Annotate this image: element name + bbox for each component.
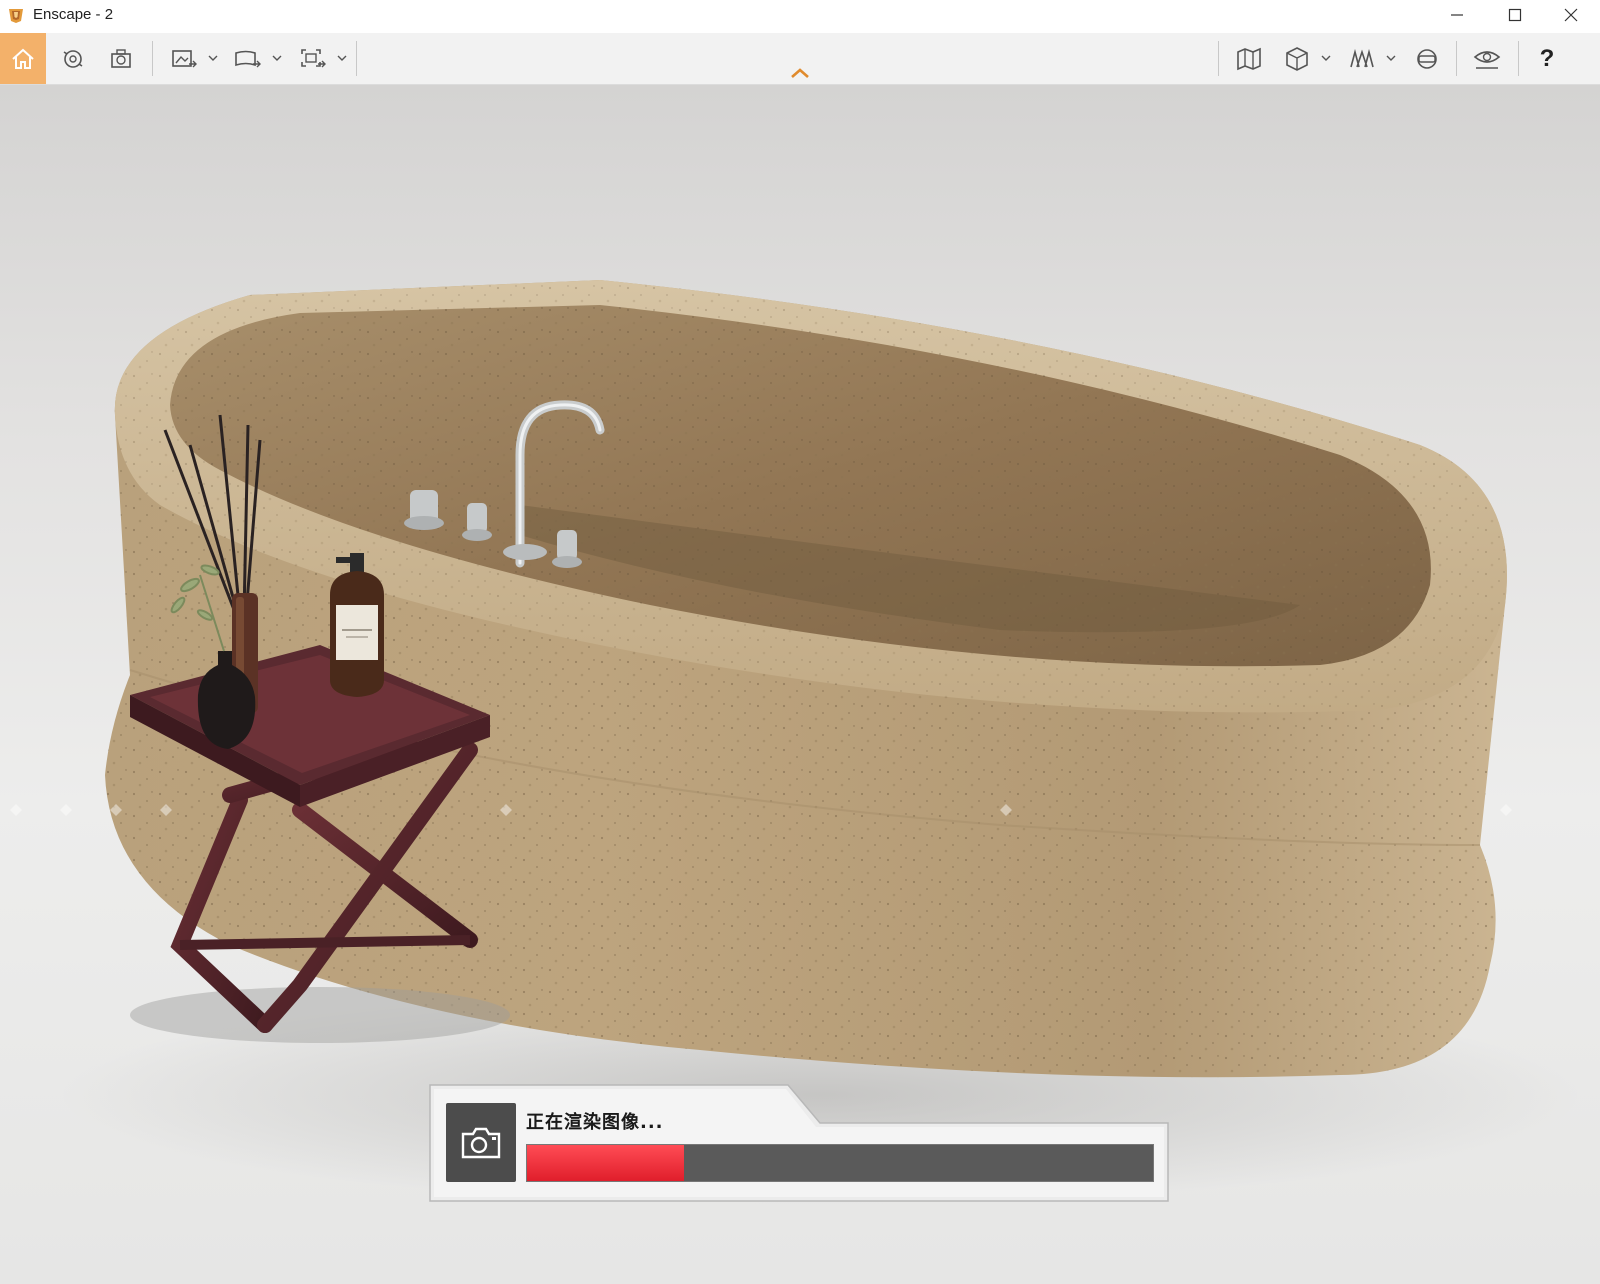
map-icon <box>1237 47 1261 70</box>
chevron-down-icon[interactable] <box>1386 53 1396 63</box>
map-button[interactable] <box>1232 33 1266 84</box>
render-status-label: 正在渲染图像... <box>526 1112 664 1133</box>
screenshot-button[interactable] <box>104 33 138 84</box>
eye-settings-icon <box>1473 50 1501 69</box>
enscape-logo-icon <box>9 9 23 23</box>
render-progress-fill <box>527 1145 684 1181</box>
export-batch-button[interactable] <box>295 33 331 84</box>
chevron-down-icon[interactable] <box>208 53 218 63</box>
camera-icon <box>461 1127 501 1158</box>
export-panorama-icon <box>235 50 261 67</box>
export-image-button[interactable] <box>166 33 202 84</box>
maximize-icon <box>1508 8 1522 22</box>
sync-view-button[interactable] <box>56 33 90 84</box>
render-progress-dialog: 正在渲染图像... <box>428 1083 1170 1203</box>
chevron-down-icon[interactable] <box>1321 53 1331 63</box>
visual-settings-button[interactable] <box>1470 33 1504 84</box>
home-icon <box>12 48 34 69</box>
minimize-button[interactable] <box>1428 0 1486 30</box>
sync-icon <box>63 49 83 68</box>
camera-icon-box <box>446 1103 516 1182</box>
window-title: Enscape - 2 <box>33 6 114 23</box>
vr-headset-icon <box>1417 48 1437 69</box>
close-button[interactable] <box>1542 0 1600 30</box>
chevron-down-icon[interactable] <box>272 53 282 63</box>
close-icon <box>1564 8 1578 22</box>
chevron-down-icon[interactable] <box>337 53 347 63</box>
export-video-button[interactable] <box>230 33 266 84</box>
cube-icon <box>1286 46 1308 71</box>
camera-timer-icon <box>111 48 131 68</box>
title-bar: Enscape - 2 <box>0 0 1600 33</box>
minimize-icon <box>1451 14 1463 16</box>
asset-library-button[interactable] <box>1280 33 1314 84</box>
vr-headset-button[interactable] <box>1410 33 1444 84</box>
help-button[interactable]: ? <box>1530 33 1564 84</box>
collapse-toolbar-chevron-icon[interactable] <box>789 66 811 80</box>
render-progress-bar <box>526 1144 1154 1182</box>
export-frame-icon <box>301 48 326 67</box>
views-icon <box>1350 48 1374 67</box>
export-image-icon <box>172 49 197 67</box>
maximize-button[interactable] <box>1486 0 1544 30</box>
views-button[interactable] <box>1345 33 1379 84</box>
home-button[interactable] <box>0 33 46 84</box>
